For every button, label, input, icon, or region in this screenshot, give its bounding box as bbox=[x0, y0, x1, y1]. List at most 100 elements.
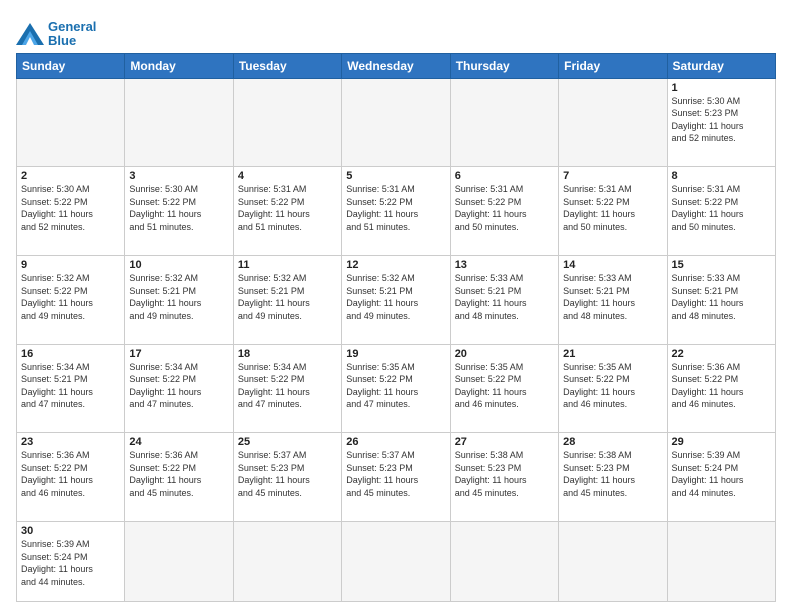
day-info: Sunrise: 5:33 AM Sunset: 5:21 PM Dayligh… bbox=[455, 272, 554, 322]
page: General Blue SundayMondayTuesdayWednesda… bbox=[0, 0, 792, 612]
day-info: Sunrise: 5:30 AM Sunset: 5:22 PM Dayligh… bbox=[129, 183, 228, 233]
calendar-cell bbox=[17, 78, 125, 167]
day-number: 27 bbox=[455, 436, 554, 448]
calendar-week-row: 16Sunrise: 5:34 AM Sunset: 5:21 PM Dayli… bbox=[17, 344, 776, 433]
calendar-week-row: 30Sunrise: 5:39 AM Sunset: 5:24 PM Dayli… bbox=[17, 521, 776, 601]
calendar-cell: 12Sunrise: 5:32 AM Sunset: 5:21 PM Dayli… bbox=[342, 255, 450, 344]
calendar-cell: 2Sunrise: 5:30 AM Sunset: 5:22 PM Daylig… bbox=[17, 167, 125, 256]
calendar-cell bbox=[233, 78, 341, 167]
calendar-cell bbox=[559, 78, 667, 167]
day-info: Sunrise: 5:37 AM Sunset: 5:23 PM Dayligh… bbox=[346, 449, 445, 499]
calendar-cell: 4Sunrise: 5:31 AM Sunset: 5:22 PM Daylig… bbox=[233, 167, 341, 256]
day-info: Sunrise: 5:32 AM Sunset: 5:21 PM Dayligh… bbox=[129, 272, 228, 322]
day-number: 24 bbox=[129, 436, 228, 448]
calendar-cell: 5Sunrise: 5:31 AM Sunset: 5:22 PM Daylig… bbox=[342, 167, 450, 256]
day-number: 3 bbox=[129, 170, 228, 182]
day-number: 28 bbox=[563, 436, 662, 448]
calendar-week-row: 9Sunrise: 5:32 AM Sunset: 5:22 PM Daylig… bbox=[17, 255, 776, 344]
calendar-cell: 17Sunrise: 5:34 AM Sunset: 5:22 PM Dayli… bbox=[125, 344, 233, 433]
calendar-cell bbox=[450, 78, 558, 167]
calendar-cell bbox=[342, 521, 450, 601]
day-number: 25 bbox=[238, 436, 337, 448]
calendar-cell: 19Sunrise: 5:35 AM Sunset: 5:22 PM Dayli… bbox=[342, 344, 450, 433]
calendar-cell: 3Sunrise: 5:30 AM Sunset: 5:22 PM Daylig… bbox=[125, 167, 233, 256]
calendar-week-row: 2Sunrise: 5:30 AM Sunset: 5:22 PM Daylig… bbox=[17, 167, 776, 256]
calendar-cell: 30Sunrise: 5:39 AM Sunset: 5:24 PM Dayli… bbox=[17, 521, 125, 601]
day-number: 20 bbox=[455, 348, 554, 360]
day-number: 6 bbox=[455, 170, 554, 182]
weekday-header-friday: Friday bbox=[559, 53, 667, 78]
day-number: 13 bbox=[455, 259, 554, 271]
calendar-cell bbox=[125, 521, 233, 601]
day-number: 22 bbox=[672, 348, 771, 360]
calendar-cell: 29Sunrise: 5:39 AM Sunset: 5:24 PM Dayli… bbox=[667, 433, 775, 522]
calendar-cell: 13Sunrise: 5:33 AM Sunset: 5:21 PM Dayli… bbox=[450, 255, 558, 344]
day-info: Sunrise: 5:31 AM Sunset: 5:22 PM Dayligh… bbox=[346, 183, 445, 233]
calendar-cell: 9Sunrise: 5:32 AM Sunset: 5:22 PM Daylig… bbox=[17, 255, 125, 344]
day-number: 19 bbox=[346, 348, 445, 360]
day-info: Sunrise: 5:38 AM Sunset: 5:23 PM Dayligh… bbox=[455, 449, 554, 499]
day-number: 14 bbox=[563, 259, 662, 271]
calendar-cell: 27Sunrise: 5:38 AM Sunset: 5:23 PM Dayli… bbox=[450, 433, 558, 522]
day-info: Sunrise: 5:36 AM Sunset: 5:22 PM Dayligh… bbox=[129, 449, 228, 499]
day-number: 8 bbox=[672, 170, 771, 182]
calendar-cell: 7Sunrise: 5:31 AM Sunset: 5:22 PM Daylig… bbox=[559, 167, 667, 256]
calendar-cell bbox=[450, 521, 558, 601]
day-number: 21 bbox=[563, 348, 662, 360]
day-info: Sunrise: 5:35 AM Sunset: 5:22 PM Dayligh… bbox=[563, 361, 662, 411]
calendar-cell: 6Sunrise: 5:31 AM Sunset: 5:22 PM Daylig… bbox=[450, 167, 558, 256]
calendar-cell: 23Sunrise: 5:36 AM Sunset: 5:22 PM Dayli… bbox=[17, 433, 125, 522]
day-info: Sunrise: 5:34 AM Sunset: 5:22 PM Dayligh… bbox=[129, 361, 228, 411]
calendar-cell: 20Sunrise: 5:35 AM Sunset: 5:22 PM Dayli… bbox=[450, 344, 558, 433]
calendar-cell: 21Sunrise: 5:35 AM Sunset: 5:22 PM Dayli… bbox=[559, 344, 667, 433]
day-info: Sunrise: 5:30 AM Sunset: 5:23 PM Dayligh… bbox=[672, 95, 771, 145]
calendar-cell: 1Sunrise: 5:30 AM Sunset: 5:23 PM Daylig… bbox=[667, 78, 775, 167]
calendar-table: SundayMondayTuesdayWednesdayThursdayFrid… bbox=[16, 53, 776, 602]
day-info: Sunrise: 5:34 AM Sunset: 5:22 PM Dayligh… bbox=[238, 361, 337, 411]
day-number: 7 bbox=[563, 170, 662, 182]
day-info: Sunrise: 5:31 AM Sunset: 5:22 PM Dayligh… bbox=[672, 183, 771, 233]
day-number: 29 bbox=[672, 436, 771, 448]
day-number: 11 bbox=[238, 259, 337, 271]
weekday-header-saturday: Saturday bbox=[667, 53, 775, 78]
calendar-cell: 26Sunrise: 5:37 AM Sunset: 5:23 PM Dayli… bbox=[342, 433, 450, 522]
day-info: Sunrise: 5:36 AM Sunset: 5:22 PM Dayligh… bbox=[21, 449, 120, 499]
calendar-cell: 16Sunrise: 5:34 AM Sunset: 5:21 PM Dayli… bbox=[17, 344, 125, 433]
calendar-cell: 8Sunrise: 5:31 AM Sunset: 5:22 PM Daylig… bbox=[667, 167, 775, 256]
day-info: Sunrise: 5:30 AM Sunset: 5:22 PM Dayligh… bbox=[21, 183, 120, 233]
day-info: Sunrise: 5:35 AM Sunset: 5:22 PM Dayligh… bbox=[346, 361, 445, 411]
day-info: Sunrise: 5:39 AM Sunset: 5:24 PM Dayligh… bbox=[672, 449, 771, 499]
day-number: 2 bbox=[21, 170, 120, 182]
day-info: Sunrise: 5:35 AM Sunset: 5:22 PM Dayligh… bbox=[455, 361, 554, 411]
day-number: 18 bbox=[238, 348, 337, 360]
calendar-cell bbox=[233, 521, 341, 601]
day-number: 10 bbox=[129, 259, 228, 271]
day-number: 9 bbox=[21, 259, 120, 271]
day-number: 5 bbox=[346, 170, 445, 182]
day-number: 16 bbox=[21, 348, 120, 360]
day-info: Sunrise: 5:37 AM Sunset: 5:23 PM Dayligh… bbox=[238, 449, 337, 499]
weekday-header-wednesday: Wednesday bbox=[342, 53, 450, 78]
day-info: Sunrise: 5:31 AM Sunset: 5:22 PM Dayligh… bbox=[455, 183, 554, 233]
day-number: 12 bbox=[346, 259, 445, 271]
weekday-header-monday: Monday bbox=[125, 53, 233, 78]
calendar-cell: 11Sunrise: 5:32 AM Sunset: 5:21 PM Dayli… bbox=[233, 255, 341, 344]
calendar-header-row: SundayMondayTuesdayWednesdayThursdayFrid… bbox=[17, 53, 776, 78]
day-info: Sunrise: 5:36 AM Sunset: 5:22 PM Dayligh… bbox=[672, 361, 771, 411]
calendar-cell bbox=[342, 78, 450, 167]
weekday-header-tuesday: Tuesday bbox=[233, 53, 341, 78]
day-number: 17 bbox=[129, 348, 228, 360]
calendar-cell: 24Sunrise: 5:36 AM Sunset: 5:22 PM Dayli… bbox=[125, 433, 233, 522]
calendar-cell bbox=[125, 78, 233, 167]
day-number: 4 bbox=[238, 170, 337, 182]
day-number: 30 bbox=[21, 525, 120, 537]
calendar-cell: 22Sunrise: 5:36 AM Sunset: 5:22 PM Dayli… bbox=[667, 344, 775, 433]
weekday-header-thursday: Thursday bbox=[450, 53, 558, 78]
day-info: Sunrise: 5:38 AM Sunset: 5:23 PM Dayligh… bbox=[563, 449, 662, 499]
day-info: Sunrise: 5:39 AM Sunset: 5:24 PM Dayligh… bbox=[21, 538, 120, 588]
day-info: Sunrise: 5:31 AM Sunset: 5:22 PM Dayligh… bbox=[238, 183, 337, 233]
calendar-cell bbox=[559, 521, 667, 601]
calendar-cell: 10Sunrise: 5:32 AM Sunset: 5:21 PM Dayli… bbox=[125, 255, 233, 344]
logo: General Blue bbox=[16, 20, 96, 49]
day-number: 15 bbox=[672, 259, 771, 271]
